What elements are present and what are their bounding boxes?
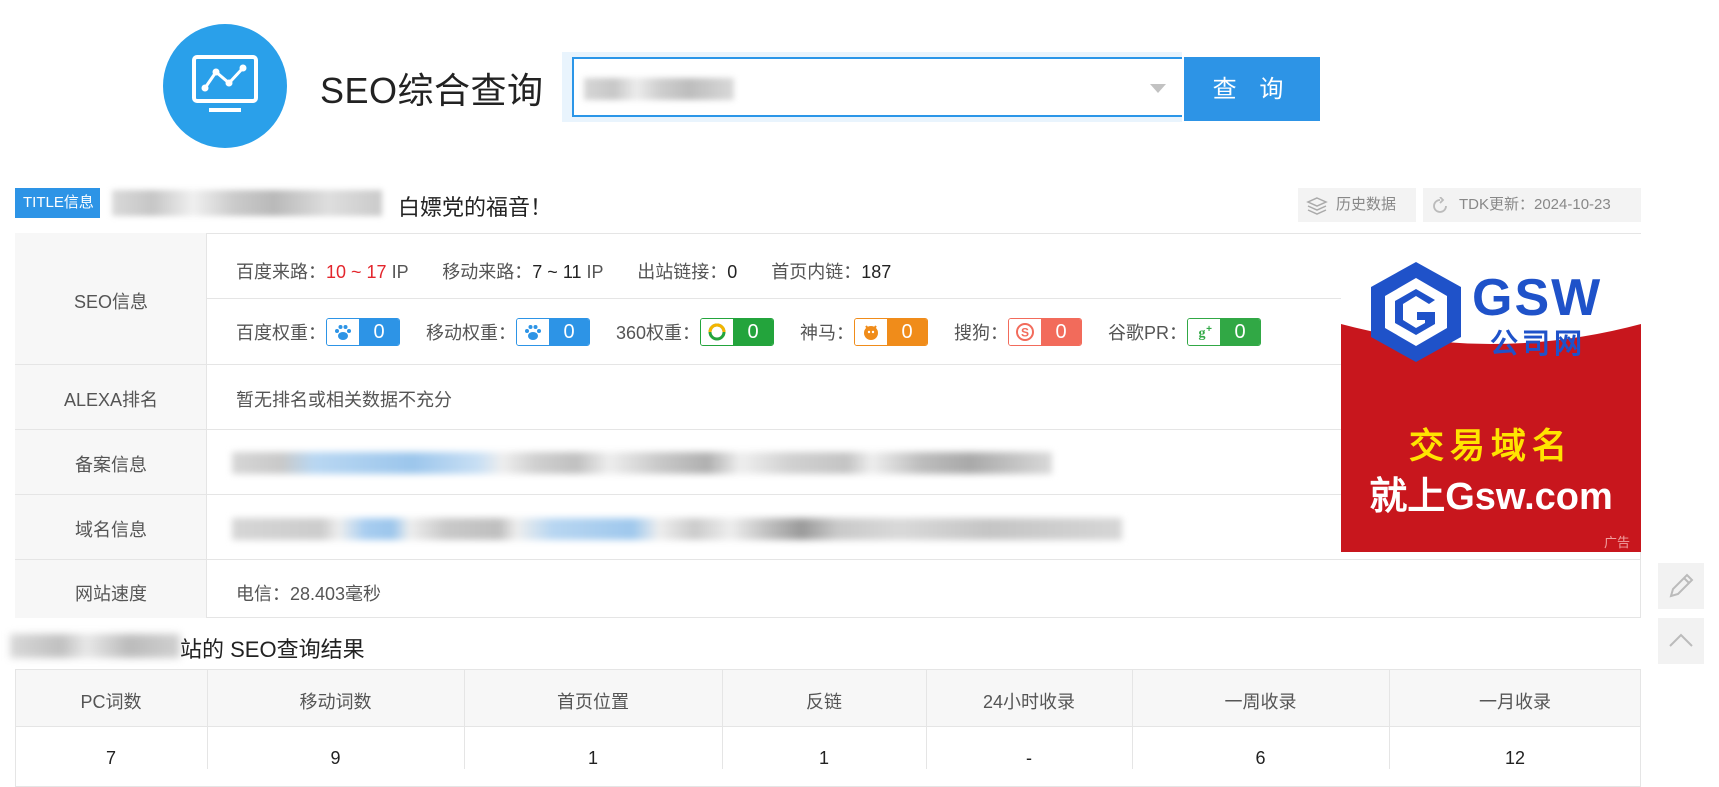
weight-label: 百度权重：: [236, 323, 326, 343]
title-redacted: [112, 190, 382, 216]
baidu-traffic-high: 17: [366, 262, 387, 282]
search-button[interactable]: 查 询: [1184, 57, 1320, 121]
google-pr-value: 0: [1220, 319, 1261, 345]
icp-value-redacted: [232, 452, 1052, 474]
shenma-weight-value: 0: [887, 319, 928, 345]
col-header-homepage-pos: 首页位置: [557, 692, 629, 712]
back-to-top-button[interactable]: [1658, 618, 1704, 664]
divider: [15, 364, 1341, 365]
weight-label: 移动权重：: [426, 323, 516, 343]
pencil-icon: [1669, 573, 1694, 598]
svg-text:+: +: [1206, 324, 1212, 335]
mobile-weight-value: 0: [549, 319, 589, 345]
mobile-weight-badge[interactable]: 0: [516, 318, 590, 346]
value-week-index: 6: [1255, 748, 1266, 768]
google-pr-badge[interactable]: g + 0: [1187, 318, 1262, 346]
weight-label: 搜狗：: [954, 323, 1009, 343]
weight-label: 360权重：: [616, 323, 701, 343]
ad-tag: 广告: [1604, 535, 1631, 550]
divider: [207, 298, 1341, 299]
monitor-chart-icon: [192, 55, 258, 112]
ip-unit: IP: [386, 262, 409, 282]
svg-text:g: g: [1199, 326, 1206, 341]
domain-label: 域名信息: [75, 520, 147, 540]
360-weight-value: 0: [733, 319, 774, 345]
value-24h-index: -: [1026, 748, 1032, 768]
speed-value: 电信：28.403毫秒: [236, 584, 382, 604]
baidu-traffic-label: 百度来路：: [236, 262, 326, 282]
outbound-label: 出站链接：: [637, 262, 728, 282]
ad-brand: GSW: [1472, 269, 1603, 327]
divider: [15, 429, 1341, 430]
results-domain-redacted: [10, 634, 180, 658]
page-title-suffix: 白嫖党的福音！: [398, 195, 553, 220]
results-title: 站的 SEO查询结果: [180, 637, 365, 662]
sogou-weight-value: 0: [1041, 319, 1082, 345]
google-plus-icon: g +: [1188, 319, 1221, 345]
ad-line1: 交易域名: [1408, 427, 1573, 466]
ip-unit: IP: [581, 262, 604, 282]
col-header-pc-words: PC词数: [80, 692, 142, 712]
shenma-weight-badge[interactable]: 0: [854, 318, 929, 346]
chevron-down-icon[interactable]: [1150, 84, 1166, 93]
baidu-traffic-sep: ~: [346, 262, 367, 282]
mobile-paw-icon: [517, 319, 549, 345]
mobile-traffic-label: 移动来路：: [442, 262, 533, 282]
360-icon: [701, 319, 734, 345]
history-data-label: 历史数据: [1336, 196, 1397, 213]
shenma-icon: [855, 319, 888, 345]
domain-value-redacted: [232, 518, 1122, 540]
search-value-redacted: [584, 78, 734, 100]
feedback-button[interactable]: [1658, 563, 1704, 609]
col-header-week-index: 一周收录: [1224, 692, 1297, 712]
weight-label: 神马：: [800, 323, 855, 343]
col-header-month-index: 一月收录: [1479, 692, 1551, 712]
internal-value[interactable]: 187: [861, 262, 891, 282]
value-homepage-pos: 1: [587, 748, 598, 768]
icp-label: 备案信息: [75, 455, 147, 475]
site-logo[interactable]: [163, 24, 287, 148]
col-header-backlinks: 反链: [806, 692, 842, 712]
value-month-index: 12: [1504, 748, 1526, 768]
layers-icon: [1306, 197, 1328, 215]
col-header-24h-index: 24小时收录: [982, 692, 1076, 712]
tdk-update-label: TDK更新：2024-10-23: [1459, 196, 1611, 213]
weights-line: 百度权重： 0 移动权重： 0 360权重： 0 神马： 0 搜狗： S 0 谷…: [236, 318, 1262, 346]
sogou-icon: S: [1009, 319, 1042, 345]
value-backlinks[interactable]: 1: [722, 748, 926, 769]
value-mobile-words[interactable]: 9: [207, 748, 464, 769]
baidu-weight-badge[interactable]: 0: [326, 318, 400, 346]
divider: [15, 494, 1341, 495]
360-weight-badge[interactable]: 0: [700, 318, 775, 346]
col-header-mobile-words: 移动词数: [299, 692, 372, 712]
sogou-weight-badge[interactable]: S 0: [1008, 318, 1083, 346]
baidu-weight-value: 0: [359, 319, 399, 345]
speed-label: 网站速度: [75, 584, 147, 604]
tdk-update-button[interactable]: TDK更新：2024-10-23: [1423, 188, 1641, 222]
weight-label: 谷歌PR：: [1108, 323, 1188, 343]
baidu-paw-icon: [327, 319, 359, 345]
alexa-value: 暂无排名或相关数据不充分: [236, 390, 452, 410]
outbound-value[interactable]: 0: [727, 262, 737, 282]
seo-traffic-line: 百度来路：10 ~ 17 IP 移动来路：7 ~ 11 IP 出站链接：0 首页…: [236, 258, 891, 284]
mobile-traffic-value: 7 ~ 11: [532, 262, 582, 282]
ad-brand-cn: 公司网: [1490, 328, 1587, 359]
internal-label: 首页内链：: [771, 262, 862, 282]
history-data-button[interactable]: 历史数据: [1298, 188, 1416, 222]
alexa-label: ALEXA排名: [63, 390, 159, 410]
divider: [15, 559, 1641, 560]
chevron-up-icon: [1669, 633, 1693, 647]
value-pc-words[interactable]: 7: [15, 748, 207, 769]
ad-line2: 就上Gsw.com: [1369, 476, 1613, 518]
baidu-traffic-low: 10: [326, 262, 347, 282]
refresh-icon: [1433, 197, 1447, 213]
seo-info-label: SEO信息: [73, 292, 148, 312]
svg-text:S: S: [1021, 326, 1029, 340]
title-badge: TITLE信息: [15, 188, 100, 218]
site-title: SEO综合查询: [320, 70, 544, 111]
